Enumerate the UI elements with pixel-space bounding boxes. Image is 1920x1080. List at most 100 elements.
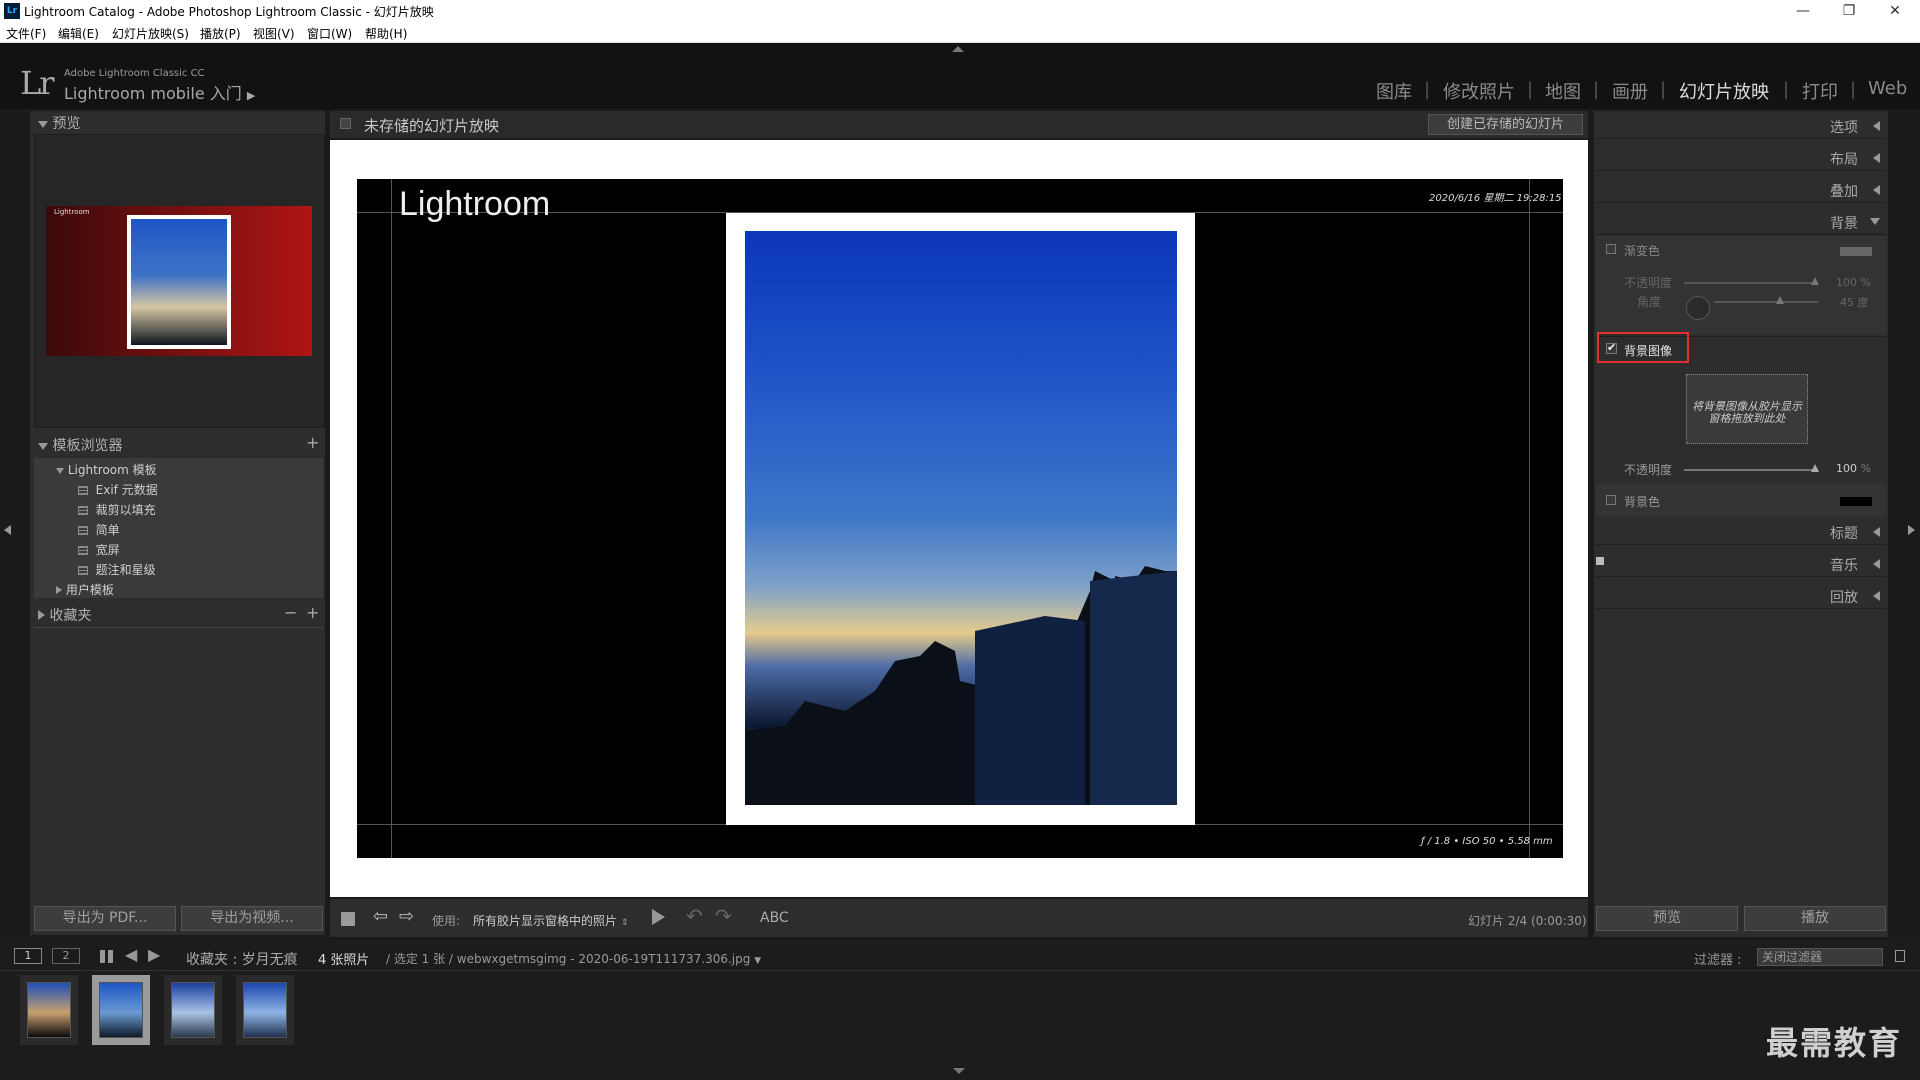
angle-slider[interactable] [1714, 301, 1818, 303]
minimize-button[interactable]: — [1780, 0, 1826, 22]
module-slideshow[interactable]: 幻灯片放映 [1679, 78, 1769, 104]
slide-date-text[interactable]: 2020/6/16 星期二 19:28:15 [1429, 189, 1562, 204]
menu-slideshow[interactable]: 幻灯片放映(S) [112, 25, 189, 42]
filter-value: 关闭过滤器 [1762, 950, 1823, 964]
back-arrow-icon[interactable]: ◀ [125, 945, 137, 964]
rotate-left-icon[interactable]: ↶ [686, 904, 703, 928]
section-label: 选项 [1830, 120, 1858, 136]
menu-edit[interactable]: 编辑(E) [58, 25, 99, 42]
play-button[interactable]: 播放 [1744, 906, 1886, 931]
playback-section-header[interactable]: 回放 [1596, 581, 1886, 609]
menu-view[interactable]: 视图(V) [253, 25, 295, 42]
secondary-view-button[interactable]: 2 [52, 948, 80, 964]
collapse-top-arrow-icon[interactable] [952, 46, 964, 52]
layout-section-header[interactable]: 布局 [1596, 143, 1886, 171]
module-book[interactable]: 画册 [1612, 78, 1648, 104]
export-pdf-button[interactable]: 导出为 PDF... [34, 906, 176, 931]
photo-count: 4 张照片 [318, 953, 370, 968]
template-item-caption-rating[interactable]: 题注和星级 [78, 561, 156, 580]
previous-arrow-icon[interactable]: ⇦ [373, 906, 388, 927]
slide-photo[interactable] [745, 231, 1177, 805]
titles-section-header[interactable]: 标题 [1596, 517, 1886, 545]
filmstrip-thumbnail-4[interactable] [236, 975, 294, 1045]
guide-right [1529, 179, 1530, 858]
template-item-exif[interactable]: Exif 元数据 [78, 481, 158, 500]
mobile-link[interactable]: Lightroom mobile 入门 ▶ [64, 80, 255, 104]
overlay-section-header[interactable]: 叠加 [1596, 175, 1886, 203]
next-arrow-icon[interactable]: ⇨ [399, 906, 414, 927]
template-browser-header[interactable]: 模板浏览器 [38, 435, 122, 455]
user-templates-folder[interactable]: 用户模板 [56, 581, 114, 600]
gradient-opacity-slider[interactable] [1684, 282, 1818, 284]
gradient-opacity-label: 不透明度 [1624, 276, 1673, 290]
bg-opacity-slider[interactable] [1684, 469, 1818, 471]
play-icon[interactable] [652, 909, 665, 925]
export-video-button[interactable]: 导出为视频... [181, 906, 323, 931]
create-saved-slideshow-button[interactable]: 创建已存储的幻灯片 [1428, 114, 1583, 135]
module-divider: | [1424, 79, 1431, 100]
section-label: 背景 [1830, 216, 1858, 232]
template-item-simple[interactable]: 简单 [78, 521, 120, 540]
slider-thumb-icon[interactable] [1811, 277, 1819, 285]
slider-thumb-icon[interactable] [1776, 296, 1784, 304]
background-color-swatch[interactable] [1840, 497, 1872, 506]
menu-play[interactable]: 播放(P) [200, 25, 241, 42]
identity-subtitle: Adobe Lightroom Classic CC [64, 68, 205, 79]
preview-button[interactable]: 预览 [1596, 906, 1738, 931]
primary-view-button[interactable]: 1 [14, 948, 42, 964]
collapse-bottom-arrow-icon[interactable] [953, 1068, 965, 1074]
expand-triangle-icon [38, 121, 48, 128]
slide-exif-text[interactable]: ƒ / 1.8 • ISO 50 • 5.58 mm [1421, 836, 1553, 847]
module-web[interactable]: Web [1868, 78, 1907, 99]
add-text-button[interactable]: ABC [760, 910, 789, 926]
preview-panel-header[interactable]: 预览 [38, 113, 80, 133]
use-source-select[interactable]: 所有胶片显示窗格中的照片 ⇕ [473, 912, 628, 929]
maximize-button[interactable]: ❐ [1826, 0, 1872, 22]
slider-thumb-icon[interactable] [1811, 464, 1819, 472]
background-color-checkbox[interactable] [1606, 495, 1616, 505]
backdrop-section-header[interactable]: 背景 [1596, 207, 1886, 235]
menu-help[interactable]: 帮助(H) [365, 25, 407, 42]
module-print[interactable]: 打印 [1802, 78, 1838, 104]
gradient-checkbox[interactable] [1606, 244, 1616, 254]
filter-select[interactable]: 关闭过滤器 [1757, 948, 1883, 966]
module-develop[interactable]: 修改照片 [1443, 78, 1515, 104]
filmstrip-thumbnail-1[interactable] [20, 975, 78, 1045]
options-section-header[interactable]: 选项 [1596, 111, 1886, 139]
rotate-right-icon[interactable]: ↷ [715, 904, 732, 928]
menu-window[interactable]: 窗口(W) [307, 25, 352, 42]
lightroom-templates-folder[interactable]: Lightroom 模板 [56, 461, 157, 480]
add-template-button[interactable]: + [306, 433, 319, 452]
module-map[interactable]: 地图 [1545, 78, 1581, 104]
slide: Lightroom 2020/6/16 星期二 19:28:15 ƒ / 1.8… [357, 179, 1563, 858]
angle-dial[interactable] [1686, 296, 1710, 320]
remove-collection-button[interactable]: − [284, 603, 297, 622]
filmstrip-thumbnail-2-selected[interactable] [92, 975, 150, 1045]
close-button[interactable]: ✕ [1872, 0, 1918, 22]
filmstrip-source[interactable]: 收藏夹 : 岁月无痕 [186, 949, 298, 969]
grid-view-icon[interactable] [100, 950, 113, 963]
slide-identity-title[interactable]: Lightroom [399, 185, 550, 224]
filter-lock-icon[interactable] [1895, 950, 1905, 962]
background-image-checkbox[interactable]: ✔ [1606, 342, 1617, 354]
module-library[interactable]: 图库 [1376, 78, 1412, 104]
add-collection-button[interactable]: + [306, 603, 319, 622]
collections-header[interactable]: 收藏夹 [38, 605, 91, 625]
template-item-crop-fill[interactable]: 裁剪以填充 [78, 501, 156, 520]
template-item-widescreen[interactable]: 宽屏 [78, 541, 120, 560]
opacity-number: 100 [1836, 462, 1857, 475]
menu-file[interactable]: 文件(F) [6, 25, 46, 42]
collapse-right-arrow-icon[interactable] [1908, 520, 1915, 539]
collapse-left-arrow-icon[interactable] [4, 520, 11, 539]
stop-icon[interactable] [341, 912, 355, 926]
background-image-label[interactable]: 背景图像 [1624, 342, 1672, 359]
selected-photo-path[interactable]: / 选定 1 张 / webwxgetmsgimg - 2020-06-19T1… [386, 950, 761, 967]
music-toggle-icon[interactable] [1596, 557, 1604, 565]
filmstrip-thumbnail-3[interactable] [164, 975, 222, 1045]
music-section-header[interactable]: 音乐 [1596, 549, 1886, 577]
gradient-color-swatch[interactable] [1840, 247, 1872, 256]
background-image-dropzone[interactable]: 将背景图像从胶片显示窗格拖放到此处 [1686, 374, 1808, 444]
gradient-opacity-value: 100 % [1836, 276, 1871, 289]
module-divider: | [1593, 79, 1600, 100]
forward-arrow-icon[interactable]: ▶ [148, 945, 160, 964]
